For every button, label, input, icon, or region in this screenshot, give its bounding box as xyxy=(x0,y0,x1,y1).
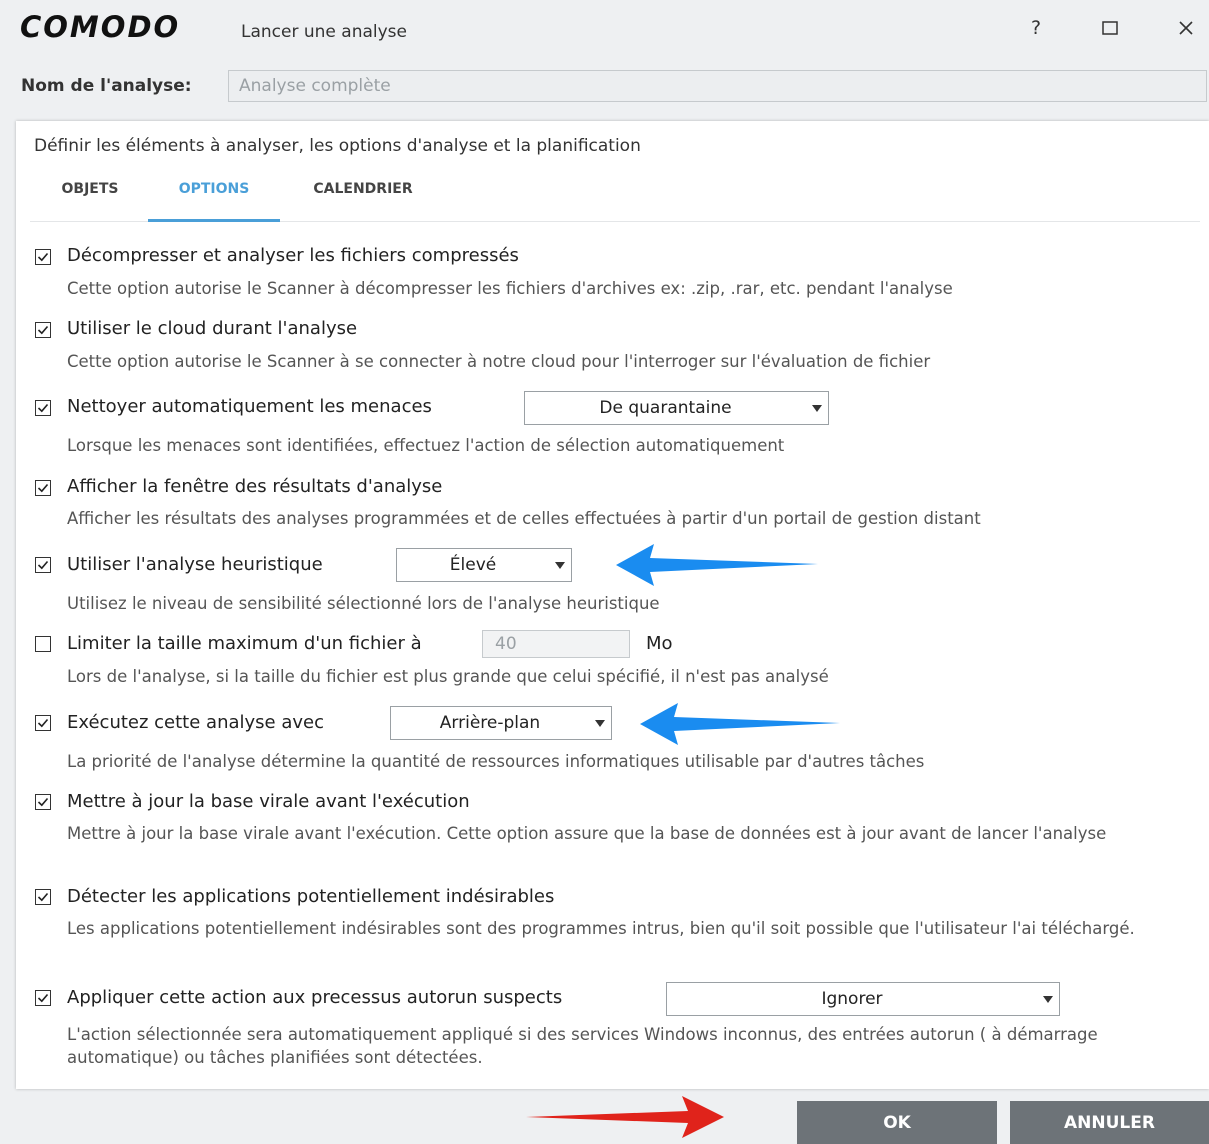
tab-bar: OBJETS OPTIONS CALENDRIER xyxy=(30,173,1200,222)
maximize-icon xyxy=(1102,21,1118,35)
option-description: Utilisez le niveau de sensibilité sélect… xyxy=(67,594,660,613)
max-size-input[interactable] xyxy=(482,630,630,658)
tab-calendrier[interactable]: CALENDRIER xyxy=(308,173,418,219)
title-bar: COMODO Lancer une analyse ? xyxy=(0,0,1209,62)
panel-subtitle: Définir les éléments à analyser, les opt… xyxy=(34,136,641,156)
annotation-arrow-icon xyxy=(526,1096,724,1138)
select-value: De quarantaine xyxy=(599,398,732,418)
cloud-checkbox[interactable] xyxy=(35,322,51,338)
check-icon xyxy=(37,483,49,493)
select-value: Arrière-plan xyxy=(439,713,541,733)
annotation-arrow-icon xyxy=(640,703,840,745)
option-label: Détecter les applications potentiellemen… xyxy=(67,886,555,907)
heuristic-level-select[interactable]: Élevé xyxy=(396,548,572,582)
option-description: Cette option autorise le Scanner à décom… xyxy=(67,279,953,298)
option-label: Mettre à jour la base virale avant l'exé… xyxy=(67,791,470,812)
select-value: Élevé xyxy=(449,555,497,575)
option-label: Appliquer cette action aux precessus aut… xyxy=(67,987,563,1008)
threat-action-select[interactable]: De quarantaine xyxy=(524,391,829,425)
check-icon xyxy=(37,325,49,335)
close-icon xyxy=(1179,21,1193,35)
option-label: Exécutez cette analyse avec xyxy=(67,712,324,733)
dropdown-arrow-icon xyxy=(555,562,565,569)
option-description: Lorsque les menaces sont identifiées, ef… xyxy=(67,436,785,455)
check-icon xyxy=(37,993,49,1003)
option-description: Mettre à jour la base virale avant l'exé… xyxy=(67,824,1107,843)
tab-options[interactable]: OPTIONS xyxy=(148,173,280,222)
ok-button[interactable]: OK xyxy=(797,1101,997,1144)
scan-name-row: Nom de l'analyse: xyxy=(0,70,1209,106)
max-size-checkbox[interactable] xyxy=(35,636,51,652)
option-description: Lors de l'analyse, si la taille du fichi… xyxy=(67,667,829,686)
check-icon xyxy=(37,560,49,570)
option-description: La priorité de l'analyse détermine la qu… xyxy=(67,752,925,771)
option-description: Afficher les résultats des analyses prog… xyxy=(67,509,981,528)
dropdown-arrow-icon xyxy=(1043,996,1053,1003)
scan-priority-select[interactable]: Arrière-plan xyxy=(390,706,612,740)
option-label: Utiliser le cloud durant l'analyse xyxy=(67,318,358,339)
check-icon xyxy=(37,403,49,413)
maximize-button[interactable] xyxy=(1090,10,1130,46)
select-value: Ignorer xyxy=(821,989,883,1009)
tab-objets[interactable]: OBJETS xyxy=(58,173,122,219)
show-results-checkbox[interactable] xyxy=(35,480,51,496)
check-icon xyxy=(37,797,49,807)
scan-name-label: Nom de l'analyse: xyxy=(21,76,192,96)
option-label: Décompresser et analyser les fichiers co… xyxy=(67,245,519,266)
check-icon xyxy=(37,892,49,902)
scan-name-input[interactable] xyxy=(228,70,1207,102)
dropdown-arrow-icon xyxy=(812,405,822,412)
window-title: Lancer une analyse xyxy=(241,22,407,42)
decompress-checkbox[interactable] xyxy=(35,249,51,265)
help-button[interactable]: ? xyxy=(1016,10,1056,46)
option-description: Les applications potentiellement indésir… xyxy=(67,919,1135,938)
pua-checkbox[interactable] xyxy=(35,889,51,905)
autorun-action-select[interactable]: Ignorer xyxy=(666,982,1060,1016)
settings-panel: Définir les éléments à analyser, les opt… xyxy=(16,121,1209,1089)
option-label: Limiter la taille maximum d'un fichier à xyxy=(67,633,422,654)
size-unit: Mo xyxy=(646,633,673,654)
check-icon xyxy=(37,252,49,262)
dropdown-arrow-icon xyxy=(595,720,605,727)
check-icon xyxy=(37,718,49,728)
priority-checkbox[interactable] xyxy=(35,715,51,731)
auto-clean-checkbox[interactable] xyxy=(35,400,51,416)
option-description: Cette option autorise le Scanner à se co… xyxy=(67,352,931,371)
cancel-button[interactable]: ANNULER xyxy=(1010,1101,1209,1144)
option-label: Nettoyer automatiquement les menaces xyxy=(67,396,432,417)
close-button[interactable] xyxy=(1166,10,1206,46)
heuristic-checkbox[interactable] xyxy=(35,557,51,573)
option-label: Utiliser l'analyse heuristique xyxy=(67,554,323,575)
update-db-checkbox[interactable] xyxy=(35,794,51,810)
option-description: L'action sélectionnée sera automatiqueme… xyxy=(67,1025,1098,1067)
annotation-arrow-icon xyxy=(616,544,818,586)
option-label: Afficher la fenêtre des résultats d'anal… xyxy=(67,476,443,497)
autorun-checkbox[interactable] xyxy=(35,990,51,1006)
comodo-logo: COMODO xyxy=(20,10,181,44)
